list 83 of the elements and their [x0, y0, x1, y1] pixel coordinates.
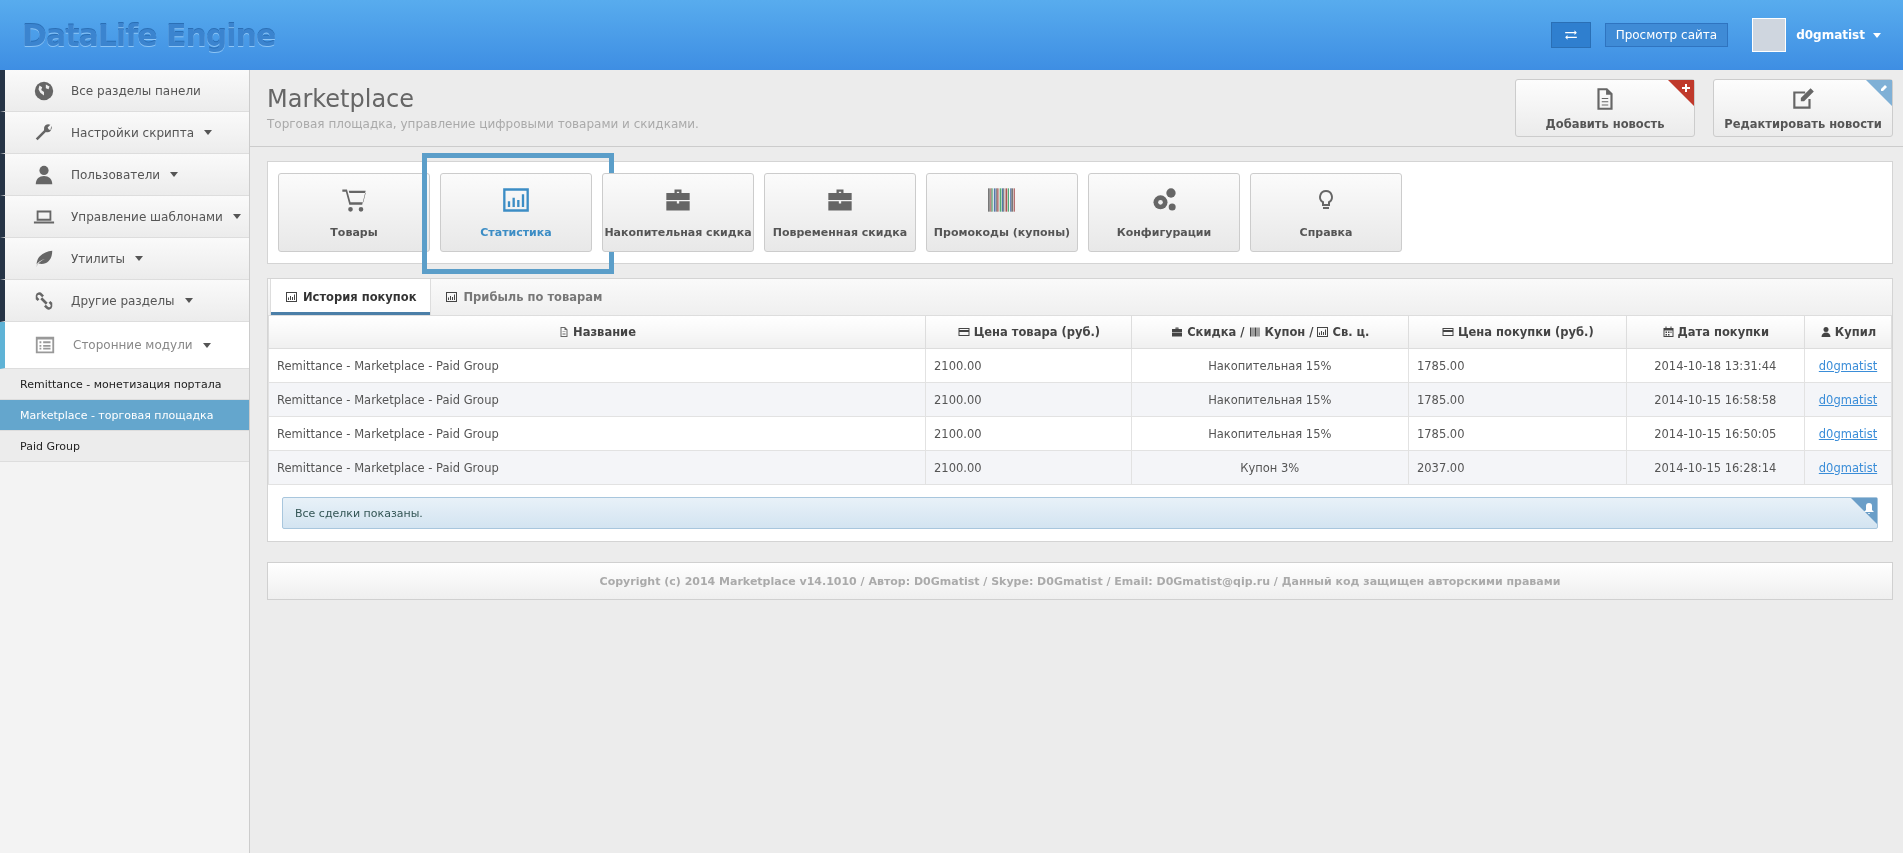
module-button[interactable]: Повременная скидка	[764, 173, 916, 252]
sidebar-item[interactable]: Все разделы панели	[0, 70, 249, 112]
column-header: Название	[573, 325, 636, 339]
table-cell: 2100.00	[925, 450, 1132, 485]
column-header: Дата покупки	[1677, 325, 1769, 339]
table-cell: 1785.00	[1408, 348, 1627, 383]
table-cell: Remittance - Marketplace - Paid Group	[268, 382, 926, 417]
barcode-icon	[986, 186, 1018, 214]
view-site-button[interactable]: Просмотр сайта	[1604, 23, 1729, 47]
sidebar-label: Пользователи	[71, 167, 161, 182]
sidebar-item[interactable]: Другие разделы	[0, 280, 249, 322]
tab[interactable]: История покупок	[270, 279, 432, 315]
sidebar-label: Управление шаблонами	[71, 209, 223, 224]
table-cell: Remittance - Marketplace - Paid Group	[268, 416, 926, 451]
bar-chart-icon	[285, 291, 298, 303]
table-cell: 2014-10-15 16:50:05	[1626, 416, 1805, 451]
notice-text: Все сделки показаны.	[295, 506, 423, 520]
submenu-item[interactable]: Remittance - монетизация портала	[0, 369, 249, 400]
column-header: Св. ц.	[1332, 325, 1370, 339]
edit-icon	[1790, 85, 1816, 112]
link-icon	[33, 289, 55, 312]
bar-chart-icon	[501, 186, 531, 214]
table-cell: 2037.00	[1408, 450, 1627, 485]
sidebar-label: Сторонние модули	[73, 338, 193, 352]
column-header: Купон /	[1264, 325, 1314, 339]
page-title: Marketplace	[267, 85, 416, 113]
table-cell: Накопительная 15%	[1131, 382, 1409, 417]
sidebar-item[interactable]: Пользователи	[0, 154, 249, 196]
edit-news-button[interactable]: Редактировать новости	[1713, 79, 1893, 137]
sidebar-label: Все разделы панели	[71, 83, 201, 98]
logo: DataLife Engine	[22, 17, 276, 53]
column-header: Цена покупки (руб.)	[1457, 325, 1594, 339]
user-icon	[1819, 326, 1832, 338]
table-cell: 1785.00	[1408, 416, 1627, 451]
plus-corner-icon	[1668, 80, 1694, 106]
table-cell: Накопительная 15%	[1131, 348, 1409, 383]
table-cell: Remittance - Marketplace - Paid Group	[268, 450, 926, 485]
table-cell: 2100.00	[925, 348, 1132, 383]
swap-button[interactable]	[1550, 22, 1591, 48]
document-icon	[558, 326, 571, 338]
table-cell: Накопительная 15%	[1131, 416, 1409, 451]
globe-icon	[33, 79, 55, 102]
column-header: Купил	[1834, 325, 1877, 339]
credit-card-icon	[1440, 326, 1455, 338]
credit-card-icon	[956, 326, 971, 338]
sidebar-item[interactable]: Настройки скрипта	[0, 112, 249, 154]
table-cell: 2014-10-15 16:58:58	[1626, 382, 1805, 417]
module-button[interactable]: Конфигурации	[1088, 173, 1240, 252]
sidebar-label: Другие разделы	[71, 293, 175, 308]
footer-text: Copyright (c) 2014 Marketplace v14.1010 / Автор: D0Gmatist / Skype: D0Gmatist / Email: D0Gmatist@qip.ru / Данный код защищен авторскими правами	[267, 562, 1893, 600]
module-button[interactable]: Накопительная скидка	[602, 173, 754, 252]
table-cell: 2100.00	[925, 382, 1132, 417]
briefcase-icon	[1170, 326, 1185, 338]
table-cell: 1785.00	[1408, 382, 1627, 417]
table-cell: Купон 3%	[1131, 450, 1409, 485]
table-cell: 2014-10-15 16:28:14	[1626, 450, 1805, 485]
table-cell: Remittance - Marketplace - Paid Group	[268, 348, 926, 383]
sidebar-item[interactable]: Управление шаблонами	[0, 196, 249, 238]
bar-chart-icon	[1316, 326, 1330, 338]
bell-icon	[1851, 498, 1877, 524]
column-header: Скидка /	[1187, 325, 1245, 339]
sidebar-label: Настройки скрипта	[71, 125, 195, 140]
sidebar-label: Утилиты	[71, 251, 126, 266]
module-button[interactable]: Справка	[1250, 173, 1402, 252]
module-button[interactable]: Товары	[278, 173, 430, 252]
bar-chart-icon	[445, 291, 459, 303]
calendar-icon	[1661, 326, 1675, 338]
barcode-icon	[1247, 326, 1262, 338]
table-cell: 2014-10-18 13:31:44	[1626, 348, 1805, 383]
tab[interactable]: Прибыль по товарам	[431, 279, 617, 315]
page-subtitle: Торговая площадка, управление цифровыми товарами и скидками.	[267, 117, 699, 131]
table-cell: 2100.00	[925, 416, 1132, 451]
user-icon	[33, 163, 55, 186]
sidebar-item[interactable]: Утилиты	[0, 238, 249, 280]
add-news-button[interactable]: Добавить новость	[1515, 79, 1695, 137]
submenu-item[interactable]: Paid Group	[0, 431, 249, 462]
swap-arrows-icon	[1563, 28, 1578, 42]
sidebar-item[interactable]: Сторонние модули	[0, 322, 249, 369]
list-icon	[33, 334, 57, 356]
module-button[interactable]: Промокоды (купоны)	[926, 173, 1078, 252]
pencil-corner-icon	[1866, 80, 1892, 106]
avatar	[1752, 18, 1787, 52]
column-header: Цена товара (руб.)	[973, 325, 1101, 339]
